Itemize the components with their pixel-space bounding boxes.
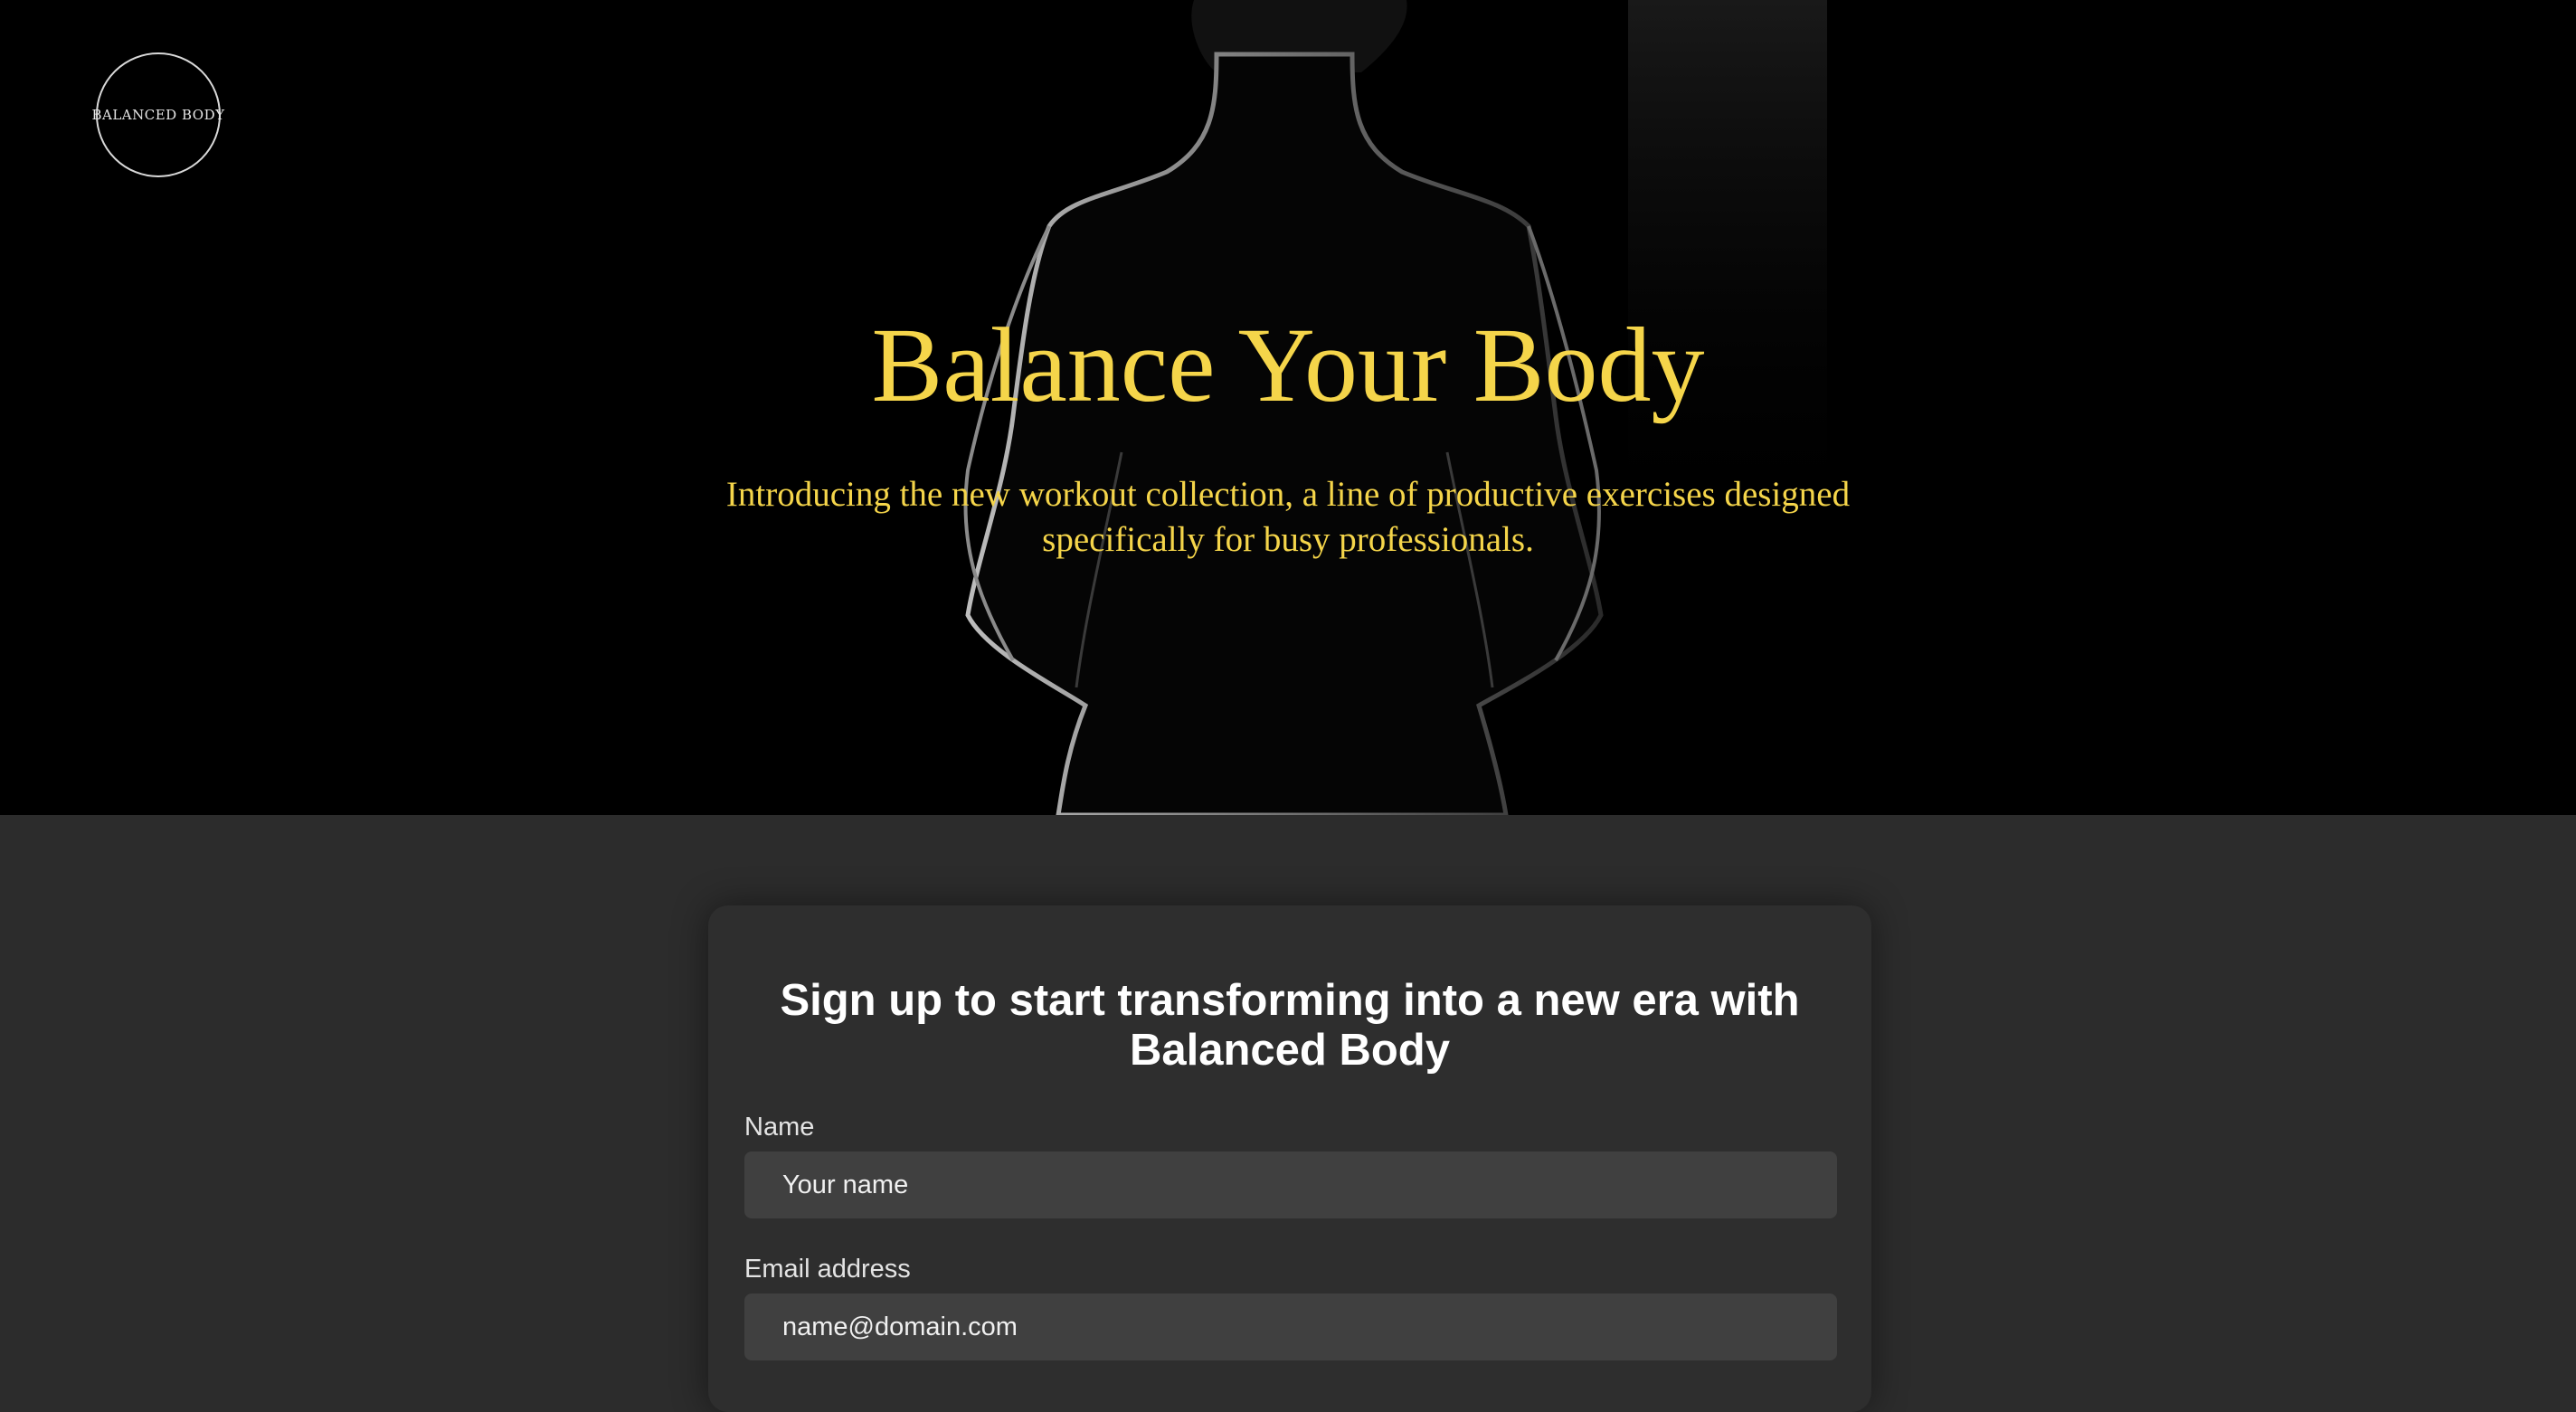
email-input[interactable] — [744, 1294, 1837, 1360]
name-input[interactable] — [744, 1151, 1837, 1218]
hero-title: Balance Your Body — [871, 306, 1705, 424]
email-field-label: Email address — [744, 1255, 911, 1284]
hero-subtitle: Introducing the new workout collection, … — [725, 475, 1851, 559]
name-field-label: Name — [744, 1113, 815, 1142]
brand-logo[interactable]: BALANCED BODY — [91, 52, 224, 177]
signup-form-card: Sign up to start transforming into a new… — [708, 905, 1871, 1412]
logo-text: BALANCED BODY — [91, 107, 225, 123]
signup-heading: Sign up to start transforming into a new… — [780, 976, 1800, 1075]
hero-section: BALANCED BODY Balance Your Body Introduc… — [0, 0, 2576, 815]
